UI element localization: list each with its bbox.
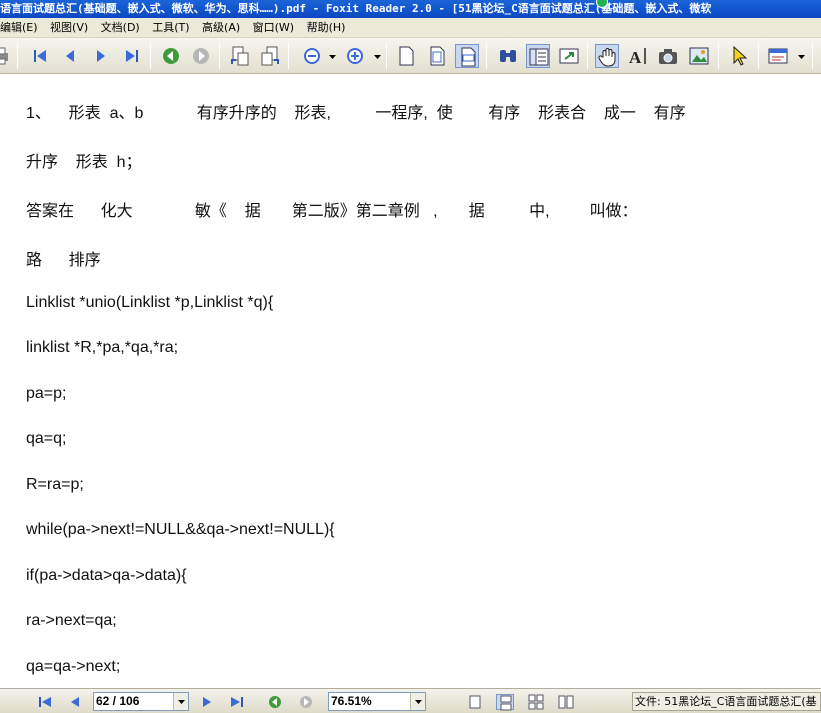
select-arrow-icon[interactable] bbox=[728, 44, 752, 68]
document-line: 答案在 化大 敏《 据 第二版》第二章例 , 据 中, 叫做： bbox=[26, 203, 638, 220]
zoom-out-dropdown-icon[interactable] bbox=[329, 52, 336, 60]
next-page-icon[interactable] bbox=[89, 44, 113, 68]
find-icon[interactable] bbox=[496, 44, 520, 68]
document-line: linklist *R,*pa,*qa,*ra; bbox=[26, 339, 179, 356]
document-line: Linklist *unio(Linklist *p,Linklist *q){ bbox=[26, 294, 274, 311]
document-view[interactable]: 1、 形表 a、b 有序升序的 形表, 一程序, 使 有序 形表合 成一 有序 … bbox=[0, 75, 821, 688]
zoom-value: 76.51% bbox=[331, 694, 372, 708]
zoom-out-icon[interactable] bbox=[300, 44, 324, 68]
go-forward-icon[interactable] bbox=[189, 44, 213, 68]
rotate-right-icon[interactable] bbox=[258, 44, 282, 68]
status-bar: 62 / 106 76.51% 文件: 51黑论坛_C语言面试题总汇(基 bbox=[0, 688, 821, 713]
page-number-field[interactable]: 62 / 106 bbox=[93, 692, 189, 711]
facing-page-icon[interactable] bbox=[557, 694, 575, 710]
document-line: 路 排序 bbox=[26, 252, 101, 269]
zoom-in-icon[interactable] bbox=[343, 44, 367, 68]
annotation-dropdown-icon[interactable] bbox=[798, 52, 805, 60]
menu-edit[interactable]: 编辑(E) bbox=[0, 18, 43, 38]
document-line: pa=p; bbox=[26, 385, 67, 402]
chevron-down-icon[interactable] bbox=[410, 693, 425, 710]
document-line: qa=qa->next; bbox=[26, 658, 121, 675]
fit-width-icon[interactable] bbox=[455, 44, 479, 68]
snapshot-icon[interactable] bbox=[656, 44, 680, 68]
menu-window[interactable]: 窗口(W) bbox=[249, 18, 299, 38]
prev-page-icon[interactable] bbox=[58, 44, 82, 68]
title-bar: 语言面试题总汇(基础题、嵌入式、微软、华为、思科……).pdf - Foxit … bbox=[0, 0, 821, 18]
menu-document[interactable]: 文档(D) bbox=[97, 18, 145, 38]
annotation-icon[interactable] bbox=[766, 44, 790, 68]
next-page-icon[interactable] bbox=[198, 694, 216, 710]
facing-continuous-icon[interactable] bbox=[527, 694, 545, 710]
go-back-icon[interactable] bbox=[159, 44, 183, 68]
last-page-icon[interactable] bbox=[120, 44, 144, 68]
menu-advanced[interactable]: 高级(A) bbox=[198, 18, 245, 38]
image-tool-icon[interactable] bbox=[687, 44, 711, 68]
bookmarks-icon[interactable] bbox=[526, 44, 550, 68]
print-icon[interactable] bbox=[0, 44, 12, 68]
menu-tools[interactable]: 工具(T) bbox=[148, 18, 194, 38]
single-page-icon[interactable] bbox=[466, 694, 484, 710]
menu-bar: 编辑(E) 视图(V) 文档(D) 工具(T) 高级(A) 窗口(W) 帮助(H… bbox=[0, 18, 821, 38]
page-number-value: 62 / 106 bbox=[96, 694, 140, 708]
menu-help[interactable]: 帮助(H) bbox=[303, 18, 351, 38]
toolbar: A bbox=[0, 38, 821, 74]
hand-tool-icon[interactable] bbox=[595, 44, 619, 68]
prev-page-icon[interactable] bbox=[66, 694, 84, 710]
go-forward-icon[interactable] bbox=[297, 694, 315, 710]
select-text-icon[interactable]: A bbox=[626, 44, 650, 68]
document-line: R=ra=p; bbox=[26, 476, 84, 493]
fit-page-icon[interactable] bbox=[425, 44, 449, 68]
document-line: qa=q; bbox=[26, 430, 67, 447]
first-page-icon[interactable] bbox=[28, 44, 52, 68]
first-page-icon[interactable] bbox=[36, 694, 54, 710]
document-line: while(pa->next!=NULL&&qa->next!=NULL){ bbox=[26, 521, 335, 538]
status-text: 文件: 51黑论坛_C语言面试题总汇(基 bbox=[632, 692, 821, 711]
rotate-left-icon[interactable] bbox=[228, 44, 252, 68]
continuous-page-icon[interactable] bbox=[496, 694, 514, 711]
document-line: ra->next=qa; bbox=[26, 612, 117, 629]
document-line: 1、 形表 a、b 有序升序的 形表, 一程序, 使 有序 形表合 成一 有序 bbox=[26, 105, 686, 122]
svg-text:A: A bbox=[629, 48, 642, 67]
go-back-icon[interactable] bbox=[266, 694, 284, 710]
chevron-down-icon[interactable] bbox=[173, 693, 188, 710]
thumbnails-icon[interactable] bbox=[557, 44, 581, 68]
menu-view[interactable]: 视图(V) bbox=[46, 18, 93, 38]
document-line: if(pa->data>qa->data){ bbox=[26, 567, 187, 584]
zoom-field[interactable]: 76.51% bbox=[328, 692, 426, 711]
document-line: 升序 形表 h； bbox=[26, 154, 142, 171]
actual-size-icon[interactable] bbox=[394, 44, 418, 68]
last-page-icon[interactable] bbox=[228, 694, 246, 710]
zoom-in-dropdown-icon[interactable] bbox=[374, 52, 381, 60]
